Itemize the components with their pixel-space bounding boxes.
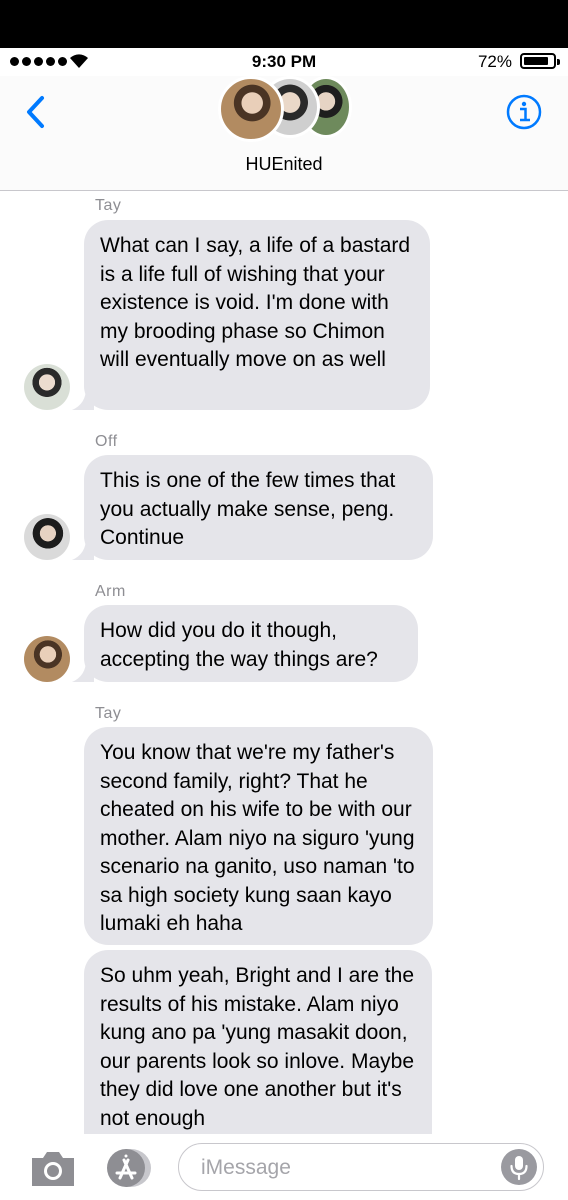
message-bubble[interactable]: What can I say, a life of a bastard is a… [84, 220, 430, 410]
bubble-tail [72, 538, 94, 560]
imessage-input[interactable]: iMessage [178, 1143, 544, 1191]
message-composer: iMessage [0, 1134, 568, 1200]
camera-icon[interactable] [28, 1148, 78, 1188]
group-avatars[interactable] [218, 76, 352, 142]
message-text: This is one of the few times that you ac… [100, 469, 396, 549]
message-text: How did you do it though, accepting the … [100, 619, 378, 671]
message-bubble[interactable]: So uhm yeah, Bright and I are the result… [84, 950, 432, 1134]
message-bubble[interactable]: This is one of the few times that you ac… [84, 455, 433, 560]
back-chevron-icon[interactable] [18, 92, 58, 132]
message-text: You know that we're my father's second f… [100, 741, 415, 935]
avatar [24, 514, 70, 560]
avatar [24, 636, 70, 682]
status-bar: 9:30 PM 72% [0, 48, 568, 76]
top-black-bar [0, 0, 568, 48]
message-bubble[interactable]: How did you do it though, accepting the … [84, 605, 418, 682]
info-icon[interactable] [506, 94, 542, 130]
message-thread[interactable]: Tay What can I say, a life of a bastard … [0, 191, 568, 1134]
conversation-header: HUEnited [0, 76, 568, 191]
battery-icon [520, 53, 560, 69]
group-name[interactable]: HUEnited [0, 154, 568, 175]
sender-label: Tay [95, 197, 122, 214]
bubble-tail [72, 388, 94, 410]
avatar [218, 76, 284, 142]
avatar [24, 364, 70, 410]
sender-label: Arm [95, 583, 126, 600]
microphone-icon[interactable] [501, 1149, 537, 1185]
sender-label: Tay [95, 705, 122, 722]
app-store-icon[interactable] [104, 1148, 154, 1188]
bubble-tail [72, 660, 94, 682]
message-bubble[interactable]: You know that we're my father's second f… [84, 727, 433, 945]
message-text: So uhm yeah, Bright and I are the result… [100, 964, 415, 1130]
input-placeholder: iMessage [201, 1156, 291, 1179]
sender-label: Off [95, 433, 118, 450]
battery-percentage: 72% [477, 52, 512, 71]
message-text: What can I say, a life of a bastard is a… [100, 234, 411, 371]
